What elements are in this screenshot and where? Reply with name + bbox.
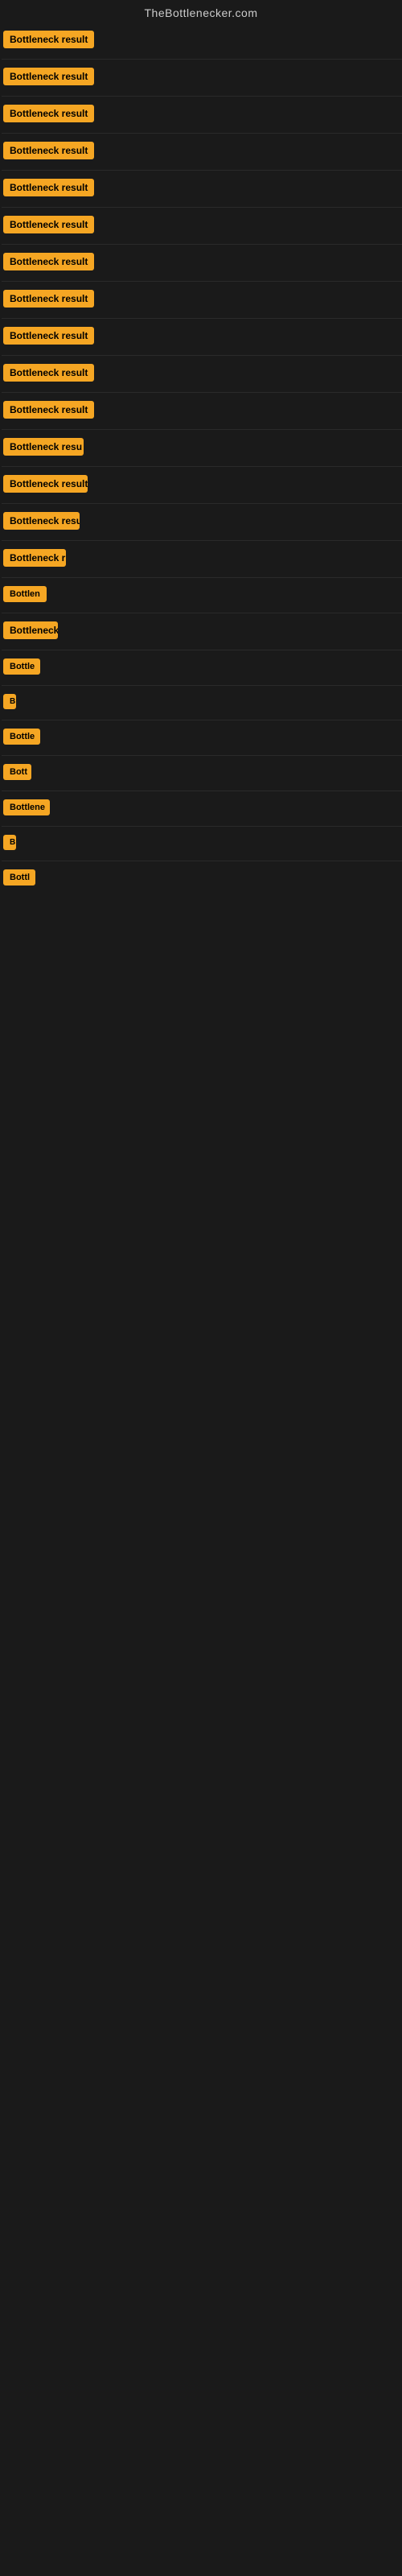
bottleneck-badge[interactable]: Bottleneck result (3, 253, 94, 270)
result-row: Bottleneck (2, 613, 402, 650)
result-row: Bottleneck result (2, 356, 402, 393)
result-row: Bottle (2, 720, 402, 756)
results-container: Bottleneck result Bottleneck result Bottle… (0, 23, 402, 896)
result-row: Bottleneck result (2, 171, 402, 208)
result-row: Bottleneck result (2, 23, 402, 60)
result-row: Bottleneck result (2, 467, 402, 504)
bottleneck-badge[interactable]: Bottleneck result (3, 364, 94, 382)
result-row: Bottleneck result (2, 393, 402, 430)
bottleneck-badge[interactable]: Bottle (3, 729, 40, 745)
bottleneck-badge[interactable]: Bottleneck result (3, 31, 94, 48)
bottleneck-badge[interactable]: Bottleneck result (3, 475, 88, 493)
bottleneck-badge[interactable]: Bottleneck result (3, 68, 94, 85)
result-row: Bottlen (2, 578, 402, 613)
result-row: Bottlene (2, 791, 402, 827)
result-row: Bottleneck resu (2, 504, 402, 541)
result-row: Bottleneck result (2, 134, 402, 171)
result-row: Bottleneck result (2, 245, 402, 282)
site-header: TheBottlenecker.com (0, 0, 402, 23)
result-row: Bottleneck resu (2, 430, 402, 467)
result-row: Bottleneck result (2, 319, 402, 356)
bottleneck-badge[interactable]: Bottleneck (3, 621, 58, 639)
bottleneck-badge[interactable]: Bott (3, 764, 31, 780)
result-row: Bottleneck r (2, 541, 402, 578)
bottleneck-badge[interactable]: Bottleneck resu (3, 438, 84, 456)
result-row: Bottleneck result (2, 60, 402, 97)
bottleneck-badge[interactable]: Bottleneck result (3, 290, 94, 308)
result-row: Bottleneck result (2, 282, 402, 319)
bottleneck-badge[interactable]: Bottleneck result (3, 327, 94, 345)
bottleneck-badge[interactable]: Bottleneck result (3, 142, 94, 159)
result-row: Bottl (2, 861, 402, 896)
bottleneck-badge[interactable]: Bottlen (3, 586, 47, 602)
result-row: Bott (2, 756, 402, 791)
result-row: B (2, 686, 402, 720)
bottleneck-badge[interactable]: Bottleneck resu (3, 512, 80, 530)
bottleneck-badge[interactable]: Bottleneck result (3, 105, 94, 122)
bottleneck-badge[interactable]: B (3, 694, 16, 709)
bottleneck-badge[interactable]: Bottleneck result (3, 179, 94, 196)
result-row: B (2, 827, 402, 861)
bottleneck-badge[interactable]: B (3, 835, 16, 850)
bottleneck-badge[interactable]: Bottleneck result (3, 216, 94, 233)
site-title: TheBottlenecker.com (0, 0, 402, 23)
bottleneck-badge[interactable]: Bottl (3, 869, 35, 886)
result-row: Bottleneck result (2, 97, 402, 134)
bottleneck-badge[interactable]: Bottleneck r (3, 549, 66, 567)
result-row: Bottleneck result (2, 208, 402, 245)
bottleneck-badge[interactable]: Bottlene (3, 799, 50, 815)
result-row: Bottle (2, 650, 402, 686)
bottleneck-badge[interactable]: Bottleneck result (3, 401, 94, 419)
bottleneck-badge[interactable]: Bottle (3, 658, 40, 675)
